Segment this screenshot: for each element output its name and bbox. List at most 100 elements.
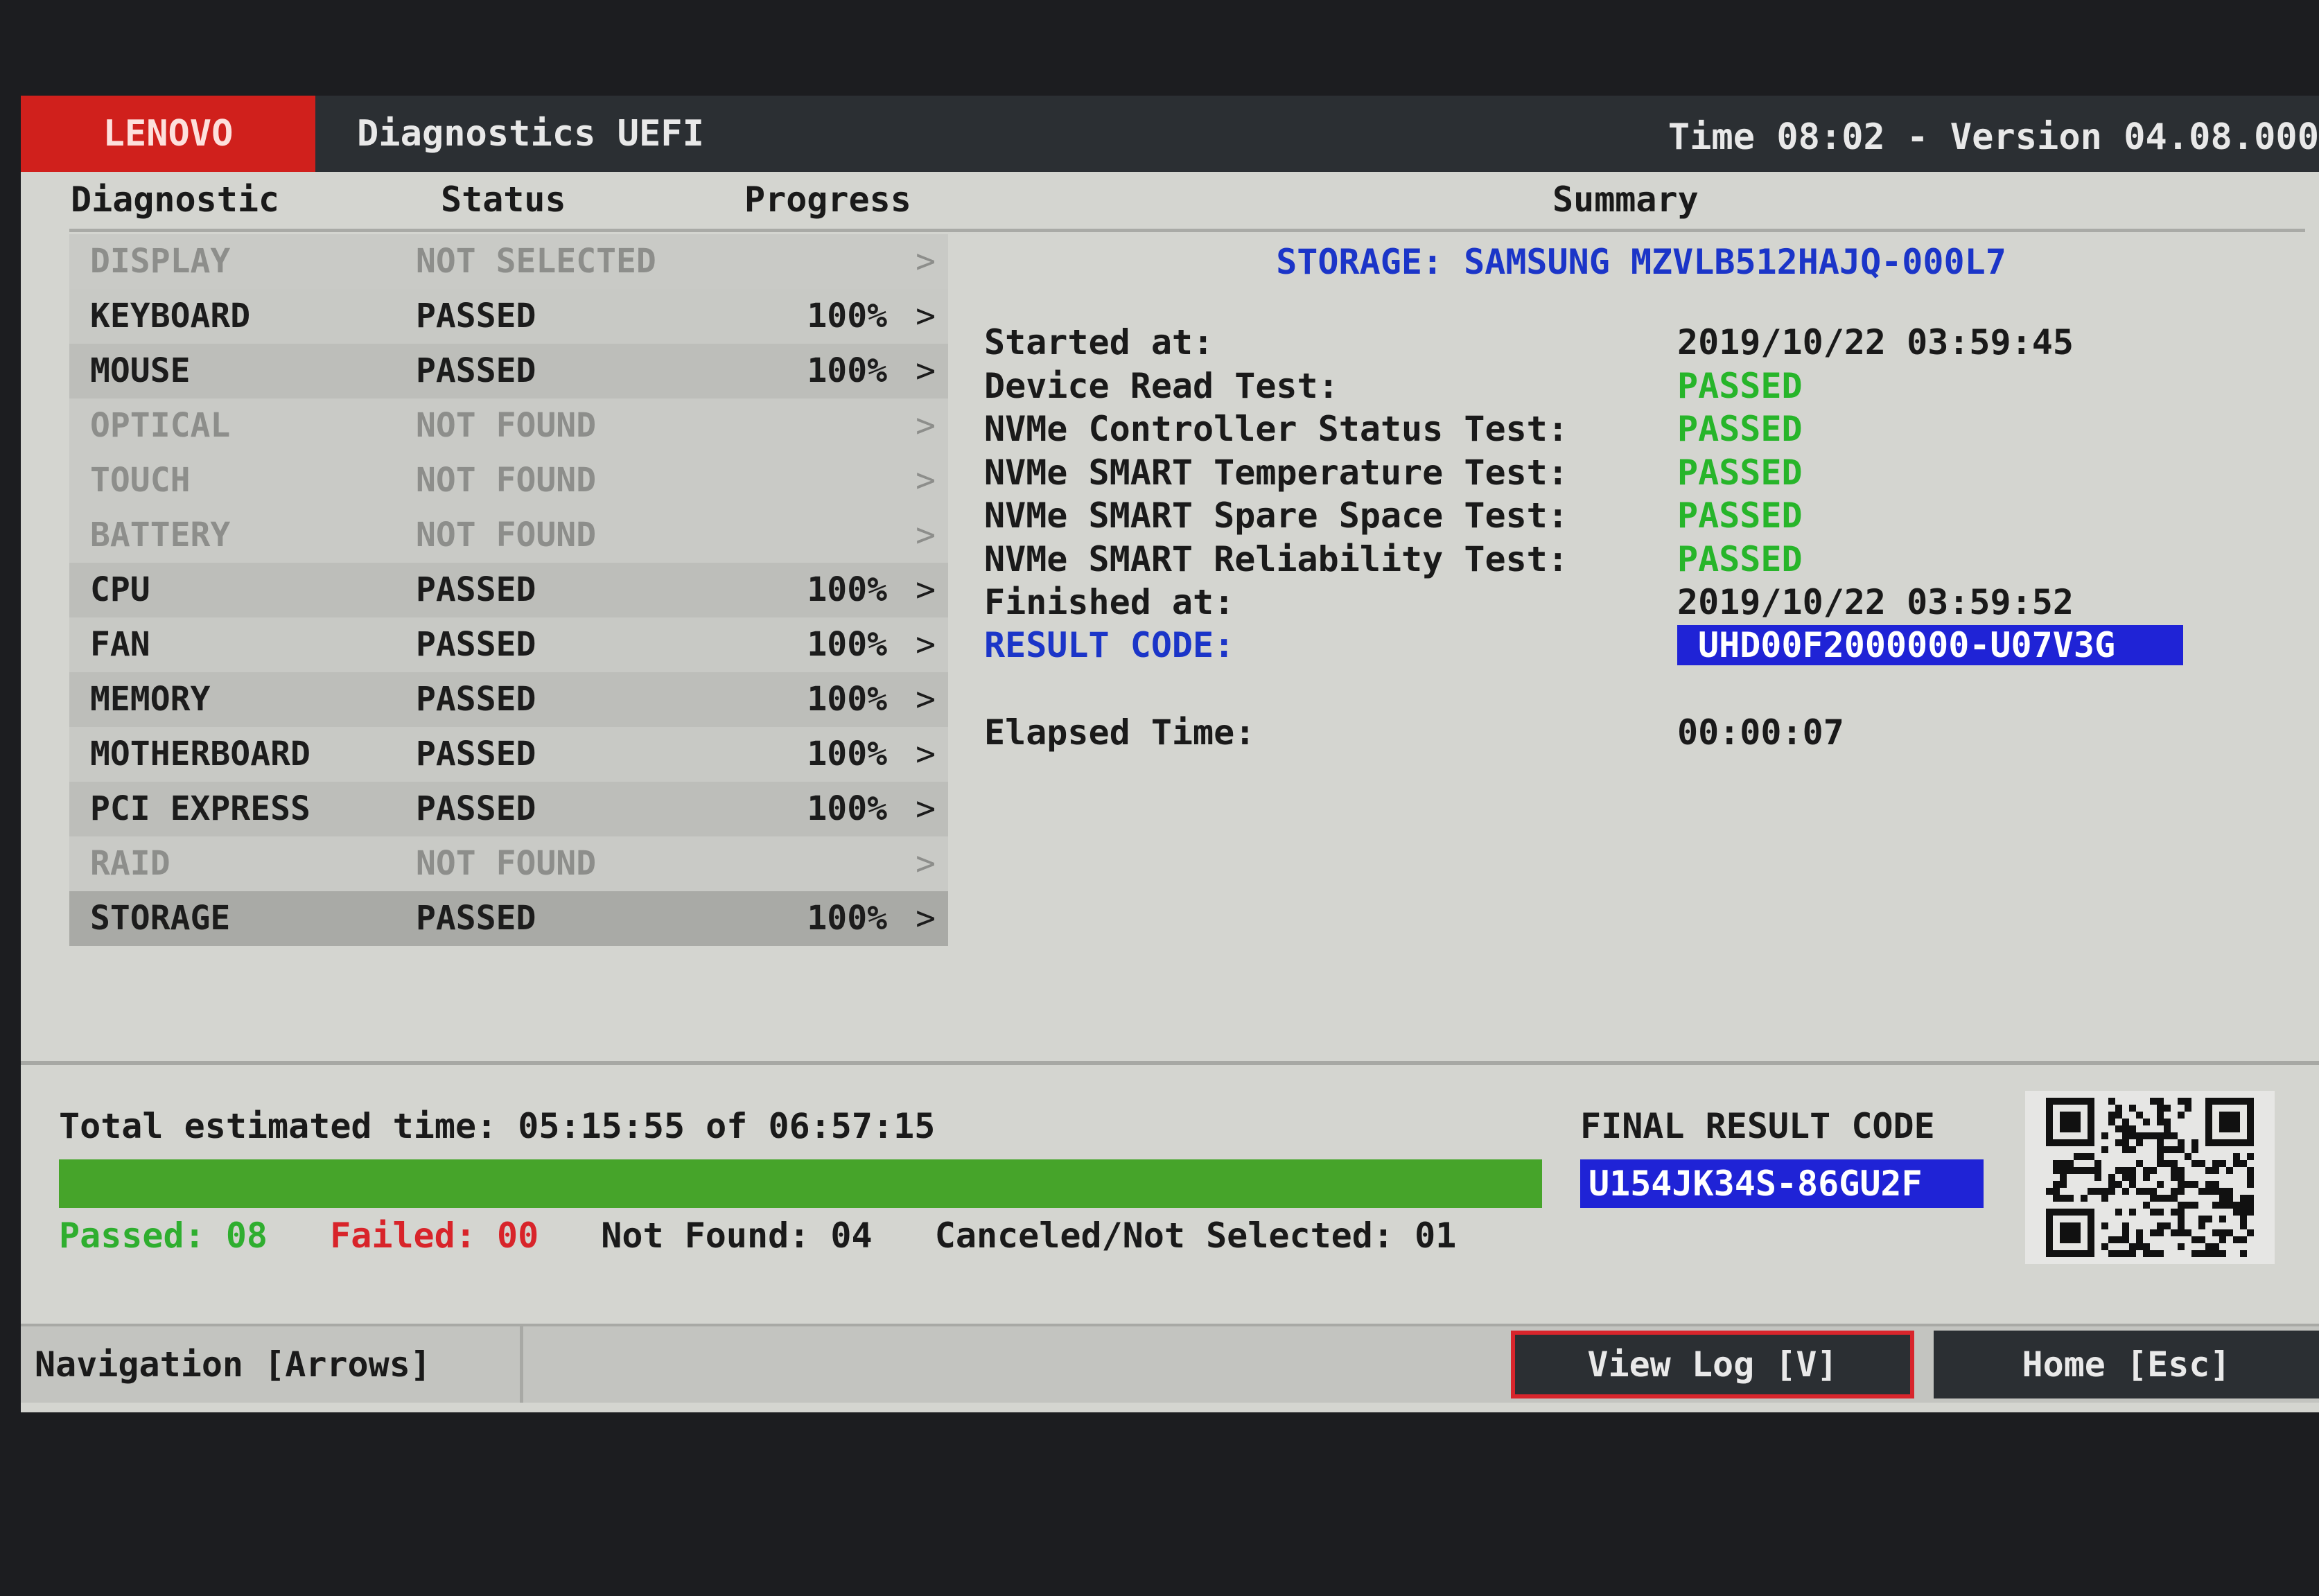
diagnostic-row-keyboard[interactable]: KEYBOARD PASSED 100% >	[69, 289, 948, 344]
elapsed-label: Elapsed Time:	[984, 712, 1256, 753]
summary-finished: Finished at: 2019/10/22 03:59:52	[984, 581, 2301, 624]
canceled-count: Canceled/Not Selected: 01	[934, 1216, 1457, 1256]
header-divider	[69, 229, 2305, 232]
column-header-status: Status	[441, 179, 566, 220]
test-result: PASSED	[1677, 539, 1803, 579]
test-label: NVMe SMART Reliability Test:	[984, 539, 1568, 579]
qr-code-icon	[2025, 1091, 2275, 1264]
chevron-right-icon: >	[916, 242, 936, 281]
diagnostic-status: PASSED	[416, 899, 536, 938]
diagnostic-row-touch[interactable]: TOUCH NOT FOUND >	[69, 453, 948, 508]
diagnostic-status: NOT FOUND	[416, 406, 597, 445]
diagnostic-name: FAN	[90, 625, 150, 664]
started-value: 2019/10/22 03:59:45	[1677, 322, 2074, 362]
diagnostic-status: PASSED	[416, 570, 536, 609]
chevron-right-icon: >	[916, 735, 936, 773]
diagnostic-progress: 100%	[807, 625, 887, 664]
diagnostic-status: NOT FOUND	[416, 844, 597, 883]
diagnostic-row-cpu[interactable]: CPU PASSED 100% >	[69, 563, 948, 617]
navigation-hint: Navigation [Arrows]	[21, 1326, 523, 1403]
diagnostic-name: RAID	[90, 844, 170, 883]
passed-count: Passed: 08	[59, 1216, 268, 1256]
finished-label: Finished at:	[984, 582, 1235, 622]
diagnostic-row-memory[interactable]: MEMORY PASSED 100% >	[69, 672, 948, 727]
diagnostic-row-pci-express[interactable]: PCI EXPRESS PASSED 100% >	[69, 782, 948, 836]
brand-logo: LENOVO	[21, 96, 315, 172]
view-log-button[interactable]: View Log [V]	[1511, 1331, 1914, 1398]
summary-test-row: NVMe SMART Reliability Test: PASSED	[984, 538, 2301, 581]
diagnostic-status: NOT SELECTED	[416, 242, 656, 281]
footer-bar: Navigation [Arrows] View Log [V] Home [E…	[21, 1324, 2319, 1403]
diagnostic-name: MEMORY	[90, 680, 211, 719]
diagnostic-name: CPU	[90, 570, 150, 609]
diagnostic-name: OPTICAL	[90, 406, 231, 445]
chevron-right-icon: >	[916, 570, 936, 609]
diagnostic-row-display[interactable]: DISPLAY NOT SELECTED >	[69, 234, 948, 289]
diagnostic-status: NOT FOUND	[416, 516, 597, 554]
chevron-right-icon: >	[916, 406, 936, 445]
qr-code-graphic	[2046, 1098, 2254, 1257]
bottom-divider	[21, 1061, 2319, 1065]
diagnostic-name: TOUCH	[90, 461, 191, 500]
diagnostic-progress: 100%	[807, 297, 887, 335]
diagnostic-row-storage[interactable]: STORAGE PASSED 100% >	[69, 891, 948, 946]
test-result: PASSED	[1677, 453, 1803, 493]
diagnostic-status: PASSED	[416, 735, 536, 773]
summary-elapsed: Elapsed Time: 00:00:07	[984, 711, 2301, 754]
chevron-right-icon: >	[916, 680, 936, 719]
test-result: PASSED	[1677, 366, 1803, 406]
header-bar: LENOVO Diagnostics UEFI Time 08:02 - Ver…	[21, 96, 2319, 172]
diagnostic-name: BATTERY	[90, 516, 231, 554]
diagnostic-row-battery[interactable]: BATTERY NOT FOUND >	[69, 508, 948, 563]
time-version: Time 08:02 - Version 04.08.000	[1668, 116, 2319, 158]
column-header-summary: Summary	[1552, 179, 1699, 220]
diagnostic-name: MOTHERBOARD	[90, 735, 310, 773]
summary-test-row: Device Read Test: PASSED	[984, 365, 2301, 407]
home-button[interactable]: Home [Esc]	[1934, 1331, 2319, 1398]
diagnostic-progress: 100%	[807, 899, 887, 938]
summary-result-code: RESULT CODE: UHD00F2000000-U07V3G	[984, 624, 2301, 667]
final-result-label: FINAL RESULT CODE	[1580, 1106, 1935, 1146]
failed-count: Failed: 00	[330, 1216, 539, 1256]
chevron-right-icon: >	[916, 789, 936, 828]
diagnostic-row-raid[interactable]: RAID NOT FOUND >	[69, 836, 948, 891]
summary-test-row: NVMe SMART Temperature Test: PASSED	[984, 451, 2301, 494]
diagnostic-name: DISPLAY	[90, 242, 231, 281]
finished-value: 2019/10/22 03:59:52	[1677, 582, 2074, 622]
diagnostic-name: PCI EXPRESS	[90, 789, 310, 828]
summary-test-row: NVMe SMART Spare Space Test: PASSED	[984, 494, 2301, 537]
diagnostic-progress: 100%	[807, 351, 887, 390]
diagnostic-row-motherboard[interactable]: MOTHERBOARD PASSED 100% >	[69, 727, 948, 782]
diagnostic-row-optical[interactable]: OPTICAL NOT FOUND >	[69, 398, 948, 453]
test-label: NVMe SMART Spare Space Test:	[984, 496, 1568, 536]
diagnostic-name: MOUSE	[90, 351, 191, 390]
diagnostic-status: PASSED	[416, 625, 536, 664]
diagnostic-progress: 100%	[807, 735, 887, 773]
chevron-right-icon: >	[916, 625, 936, 664]
column-header-diagnostic: Diagnostic	[71, 179, 280, 220]
diagnostic-status: PASSED	[416, 680, 536, 719]
test-result: PASSED	[1677, 496, 1803, 536]
summary-device-title: STORAGE: SAMSUNG MZVLB512HAJQ-000L7	[1276, 242, 2006, 282]
diagnostic-row-fan[interactable]: FAN PASSED 100% >	[69, 617, 948, 672]
test-result: PASSED	[1677, 409, 1803, 449]
chevron-right-icon: >	[916, 461, 936, 500]
test-label: NVMe Controller Status Test:	[984, 409, 1568, 449]
summary-test-row: NVMe Controller Status Test: PASSED	[984, 407, 2301, 450]
app-title: Diagnostics UEFI	[357, 113, 704, 155]
chevron-right-icon: >	[916, 516, 936, 554]
diagnostic-progress: 100%	[807, 680, 887, 719]
diagnostic-row-mouse[interactable]: MOUSE PASSED 100% >	[69, 344, 948, 398]
test-label: NVMe SMART Temperature Test:	[984, 453, 1568, 493]
result-counts: Passed: 08 Failed: 00 Not Found: 04 Canc…	[59, 1211, 1456, 1260]
chevron-right-icon: >	[916, 351, 936, 390]
diagnostic-list: DISPLAY NOT SELECTED > KEYBOARD PASSED 1…	[69, 234, 948, 946]
not-found-count: Not Found: 04	[601, 1216, 873, 1256]
result-code-value: UHD00F2000000-U07V3G	[1677, 625, 2183, 665]
started-label: Started at:	[984, 322, 1214, 362]
final-result-code: U154JK34S-86GU2F	[1580, 1159, 1984, 1208]
overall-progress-fill	[59, 1159, 1542, 1208]
chevron-right-icon: >	[916, 844, 936, 883]
overall-progress-bar	[59, 1159, 1542, 1208]
diagnostic-status: PASSED	[416, 351, 536, 390]
